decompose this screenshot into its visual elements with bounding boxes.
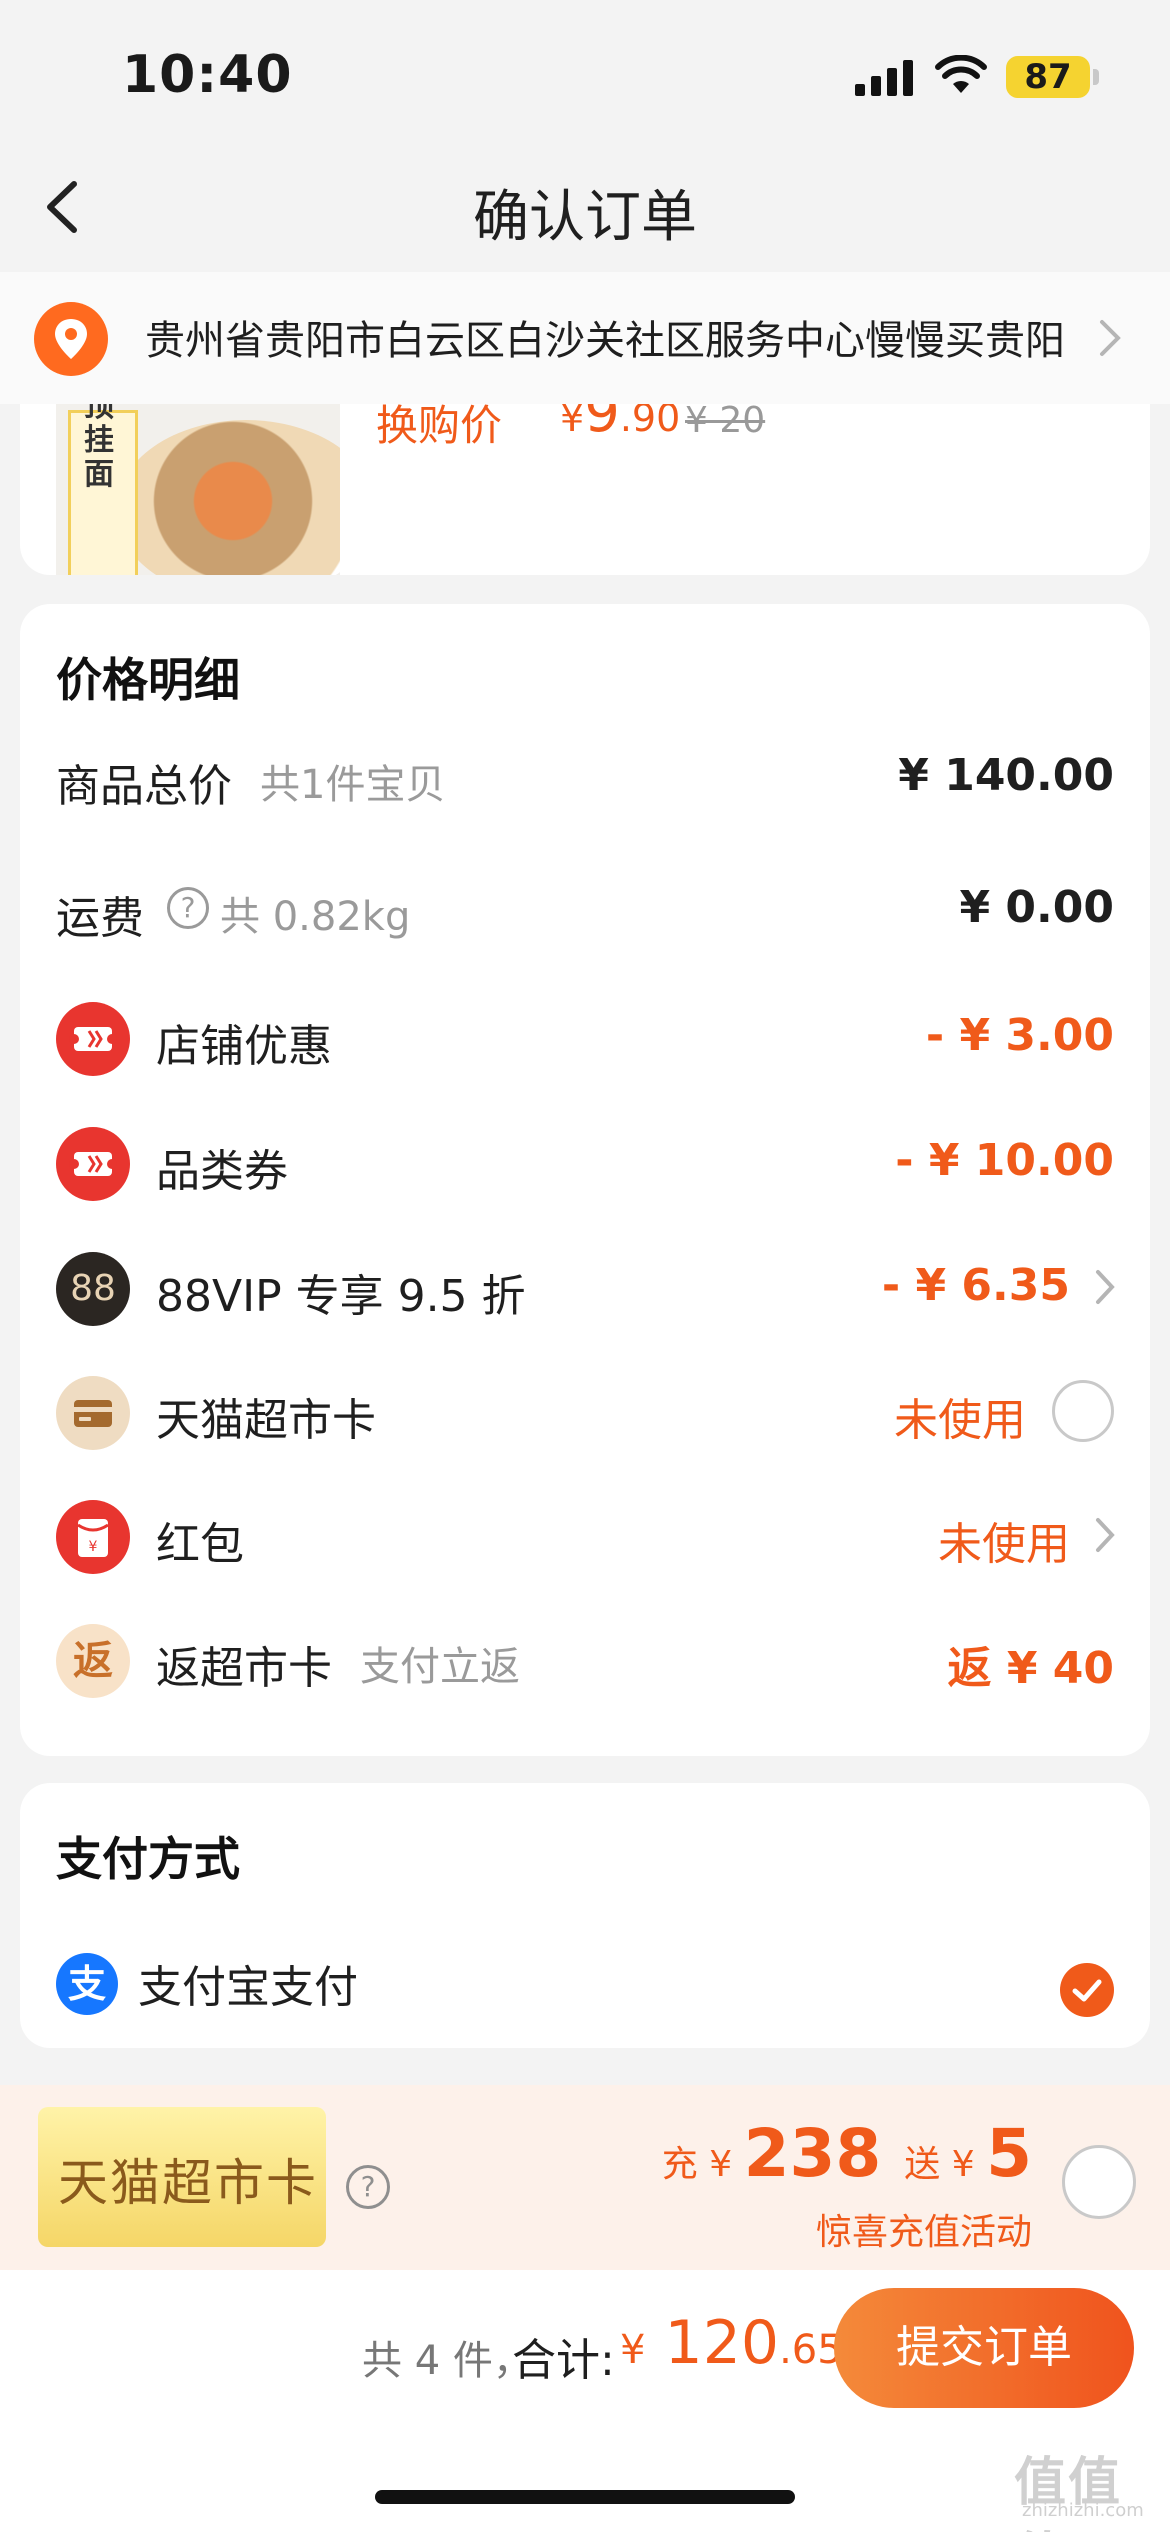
- status-bar: 10:40 87: [0, 0, 1170, 150]
- svg-text:¥: ¥: [89, 1539, 98, 1555]
- rebate-icon: 返: [56, 1624, 130, 1698]
- battery-tip: [1093, 69, 1099, 85]
- chevron-right-icon: [1096, 1270, 1115, 1304]
- page-title: 确认订单: [473, 185, 697, 250]
- alipay-label[interactable]: 支付宝支付: [138, 1951, 358, 2015]
- red-packet-status: 未使用: [938, 1519, 1070, 1570]
- row-rebate: 返 返超市卡 支付立返 返 ¥ 40: [20, 1604, 1150, 1714]
- shipping-weight: 共 0.82kg: [220, 894, 411, 940]
- total-amount: ¥ 120.65: [620, 2308, 843, 2378]
- vip-88-icon: 88: [56, 1252, 130, 1326]
- check-icon[interactable]: [1060, 1963, 1114, 2017]
- coupon-icon: [56, 1002, 130, 1076]
- goods-count: 共1件宝贝: [260, 762, 446, 808]
- address-bar[interactable]: 贵州省贵阳市白云区白沙关社区服务中心慢慢买贵阳: [0, 272, 1170, 404]
- row-88vip[interactable]: 88 88VIP 专享 9.5 折 - ¥ 6.35: [20, 1232, 1150, 1342]
- red-packet-label: 红包: [156, 1519, 244, 1570]
- supermarket-card-label: 天猫超市卡: [156, 1395, 376, 1446]
- price-details-title: 价格明细: [56, 653, 240, 707]
- help-icon[interactable]: ?: [167, 887, 209, 929]
- coupon-icon: [56, 1127, 130, 1201]
- rebate-sub: 支付立返: [360, 1644, 520, 1690]
- row-supermarket-card[interactable]: 天猫超市卡 未使用: [20, 1356, 1150, 1466]
- chevron-right-icon: [1100, 320, 1121, 356]
- recharge-radio[interactable]: [1062, 2145, 1136, 2219]
- category-coupon-label: 品类券: [156, 1146, 288, 1197]
- recharge-offer: 充 ¥ 238 送 ¥ 5: [661, 2115, 1032, 2192]
- package-text: 顶挂面: [84, 390, 114, 492]
- store-discount-label: 店铺优惠: [156, 1021, 332, 1072]
- promo-card-text: 天猫超市卡: [58, 2154, 318, 2212]
- signal-icon: [855, 60, 913, 96]
- payment-card: 支付方式 支 支付宝支付: [20, 1783, 1150, 2048]
- status-time: 10:40: [122, 45, 293, 105]
- home-indicator[interactable]: [375, 2490, 795, 2504]
- original-price: ¥ 20: [685, 400, 766, 441]
- category-coupon-value: - ¥ 10.00: [895, 1135, 1114, 1186]
- nav-bar: 确认订单: [0, 150, 1170, 270]
- rebate-label: 返超市卡: [156, 1643, 332, 1694]
- recharge-promo-bar: 天猫超市卡 ? 充 ¥ 238 送 ¥ 5 惊喜充值活动: [0, 2085, 1170, 2270]
- red-packet-icon: ¥: [56, 1500, 130, 1574]
- store-discount-value: - ¥ 3.00: [925, 1010, 1114, 1061]
- address-text: 贵州省贵阳市白云区白沙关社区服务中心慢慢买贵阳: [145, 318, 1065, 364]
- product-image[interactable]: 顶挂面: [56, 390, 340, 575]
- noodle-bowl-image: [116, 420, 340, 575]
- recharge-subtitle: 惊喜充值活动: [815, 2212, 1032, 2253]
- watermark-url: zhizhizhi.com: [1022, 2500, 1144, 2521]
- location-pin-icon: [34, 302, 108, 376]
- rebate-value: 返 ¥ 40: [947, 1643, 1114, 1694]
- row-red-packet[interactable]: ¥ 红包 未使用: [20, 1480, 1150, 1590]
- help-icon[interactable]: ?: [346, 2165, 390, 2209]
- chevron-right-icon: [1096, 1518, 1115, 1552]
- goods-total-value: ¥ 140.00: [898, 750, 1114, 801]
- row-category-coupon[interactable]: 品类券 - ¥ 10.00: [20, 1107, 1150, 1217]
- payment-title: 支付方式: [56, 1832, 240, 1886]
- row-store-discount[interactable]: 店铺优惠 - ¥ 3.00: [20, 982, 1150, 1092]
- goods-total-label: 商品总价: [56, 761, 232, 812]
- row-goods-total: 商品总价 共1件宝贝 ¥ 140.00: [20, 722, 1150, 832]
- item-count: 共 4 件，: [362, 2338, 533, 2384]
- shipping-value: ¥ 0.00: [959, 882, 1115, 933]
- alipay-icon: 支: [56, 1953, 118, 2015]
- submit-order-button[interactable]: 提交订单: [834, 2288, 1134, 2408]
- battery-indicator: 87: [1006, 56, 1090, 98]
- row-shipping: 运费 ? 共 0.82kg ¥ 0.00: [20, 854, 1150, 964]
- supermarket-card-image: 天猫超市卡: [38, 2107, 326, 2247]
- supermarket-card-radio[interactable]: [1052, 1380, 1114, 1442]
- supermarket-card-status: 未使用: [894, 1395, 1026, 1446]
- vip-discount-value: - ¥ 6.35: [881, 1260, 1070, 1311]
- total-label: 合计:: [512, 2335, 615, 2386]
- checkout-bar: 共 4 件， 合计: ¥ 120.65 提交订单: [0, 2270, 1170, 2532]
- wifi-icon: [935, 55, 987, 93]
- price-details-card: 价格明细 商品总价 共1件宝贝 ¥ 140.00 运费 ? 共 0.82kg ¥…: [20, 604, 1150, 1756]
- card-icon: [56, 1376, 130, 1450]
- shipping-label: 运费: [56, 893, 144, 944]
- vip-discount-label: 88VIP 专享 9.5 折: [156, 1271, 526, 1322]
